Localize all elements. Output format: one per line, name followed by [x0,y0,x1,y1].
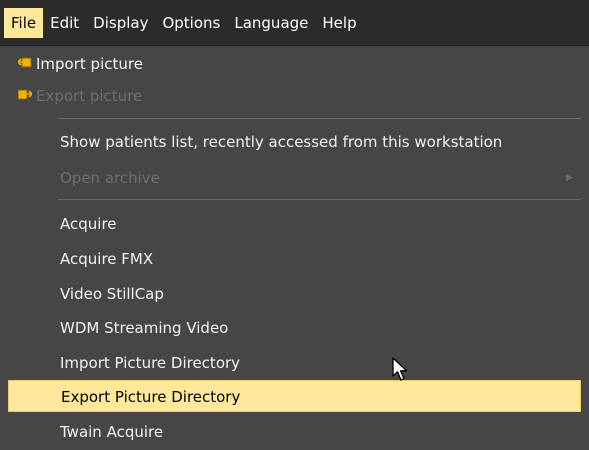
menu-bar: File Edit Display Options Language Help [0,0,589,46]
menu-edit[interactable]: Edit [43,8,86,38]
menu-item-wdm-streaming-video[interactable]: WDM Streaming Video [8,312,581,344]
menu-options[interactable]: Options [155,8,227,38]
menu-item-show-patients-list[interactable]: Show patients list, recently accessed fr… [8,126,581,158]
import-picture-icon [18,57,32,68]
menu-item-label: Twain Acquire [60,423,164,441]
menu-help[interactable]: Help [315,8,363,38]
menu-item-label: Import Picture Directory [60,354,241,372]
menu-display[interactable]: Display [86,8,155,38]
submenu-arrow-icon: ▶ [566,173,573,183]
menu-item-label: Acquire [60,215,117,233]
menu-item-label: WDM Streaming Video [60,319,229,337]
menu-item-import-picture[interactable]: Import picture [8,48,581,80]
menu-item-label: Export picture [36,87,143,105]
menu-item-acquire[interactable]: Acquire [8,208,581,240]
menu-item-label: Export Picture Directory [61,388,241,406]
menu-language[interactable]: Language [227,8,315,38]
menu-separator [58,199,581,200]
menu-item-twain-acquire[interactable]: Twain Acquire [8,416,581,448]
menu-item-open-archive: Open archive ▶ [8,162,581,194]
menu-item-label: Video StillCap [60,285,164,303]
menu-item-label: Acquire FMX [60,250,154,268]
menu-item-label: Import picture [36,55,143,73]
menu-item-acquire-fmx[interactable]: Acquire FMX [8,243,581,275]
menu-item-export-picture-directory[interactable]: Export Picture Directory [8,380,581,412]
menu-file[interactable]: File [4,7,44,38]
menu-item-label: Show patients list, recently accessed fr… [60,133,503,151]
file-dropdown-menu: Import picture Export picture Show patie… [0,46,589,450]
menu-separator [58,118,581,119]
mouse-cursor-icon [392,357,408,381]
menu-item-import-picture-directory[interactable]: Import Picture Directory [8,347,581,379]
menu-item-label: Open archive [60,169,160,187]
menu-item-export-picture: Export picture [8,80,581,112]
menu-item-video-stillcap[interactable]: Video StillCap [8,278,581,310]
export-picture-icon [18,89,32,100]
